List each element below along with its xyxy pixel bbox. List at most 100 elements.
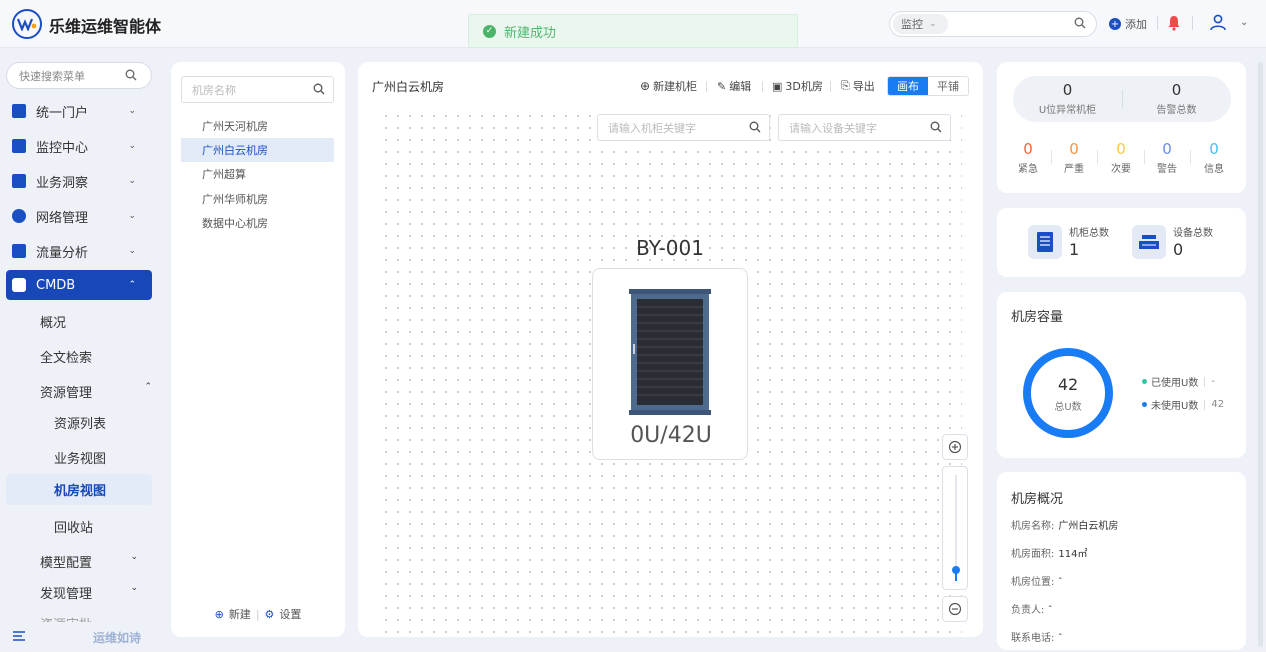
overview-row: 机房位置: - [1011, 573, 1062, 588]
sidebar-item-recycle-bin[interactable]: 回收站 [54, 517, 93, 536]
level-info[interactable]: 0 信息 [1194, 140, 1234, 175]
level-label: 警告 [1157, 164, 1177, 175]
room-list-item[interactable]: 广州华师机房 [181, 187, 334, 211]
export-button[interactable]: ⎘ 导出 [841, 76, 875, 96]
footer-slogan: 运维如诗 [93, 631, 142, 645]
sidebar-item-traffic[interactable]: 流量分析 ⌄ [6, 236, 152, 266]
zoom-slider-handle[interactable] [952, 566, 960, 575]
level-minor[interactable]: 0 次要 [1101, 140, 1141, 175]
sidebar-item-resource-list[interactable]: 资源列表 [54, 413, 106, 432]
device-search-input[interactable]: 请输入设备关键字 [778, 114, 951, 141]
level-label: 严重 [1064, 164, 1084, 175]
sidebar-item-discovery[interactable]: 发现管理 ⌄ [40, 583, 138, 602]
cabinet-search-placeholder: 请输入机柜关键字 [608, 121, 696, 135]
user-icon[interactable] [1209, 13, 1227, 34]
capacity-total-label: 总U数 [1054, 402, 1082, 413]
sidebar-item-monitor[interactable]: 监控中心 ⌄ [6, 131, 152, 161]
search-icon[interactable] [930, 121, 942, 136]
search-icon[interactable] [313, 83, 325, 98]
room-list-item-selected[interactable]: 广州白云机房 [181, 138, 334, 162]
room-3d-button[interactable]: ▣ 3D机房 [772, 76, 823, 96]
abnormal-cabinets-stat[interactable]: 0 U位异常机柜 [1013, 81, 1122, 116]
level-warning[interactable]: 0 警告 [1147, 140, 1187, 175]
sidebar-item-model-config[interactable]: 模型配置 ⌄ [40, 552, 138, 571]
zoom-out-button[interactable] [942, 596, 968, 622]
level-urgent[interactable]: 0 紧急 [1008, 140, 1048, 175]
sidebar-item-fulltext-search[interactable]: 全文检索 [40, 347, 92, 366]
sidebar-footer: 运维如诗 [0, 622, 160, 652]
overview-label: 机房面积: [1011, 549, 1055, 560]
search-icon[interactable] [125, 69, 137, 84]
counts-card: 机柜总数 1 设备总数 0 [997, 208, 1246, 277]
add-button[interactable]: + 添加 [1109, 16, 1147, 32]
overview-value: - [1058, 573, 1062, 584]
search-type-select[interactable]: 监控 ⌄ [893, 14, 948, 34]
sidebar-item-label: 发现管理 [40, 587, 93, 602]
sidebar-item-cmdb[interactable]: CMDB ⌃ [6, 270, 152, 300]
rack-cabinet[interactable]: 0U/42U [592, 268, 748, 460]
sidebar-item-network[interactable]: 网络管理 ⌄ [6, 201, 152, 231]
room-list-item[interactable]: 数据中心机房 [181, 211, 334, 235]
overview-value: 114㎡ [1058, 549, 1088, 560]
new-room-button[interactable]: 新建 [229, 606, 251, 622]
total-alerts-stat[interactable]: 0 告警总数 [1122, 81, 1231, 116]
overview-title: 机房概况 [1011, 492, 1064, 507]
export-icon: ⎘ [841, 79, 850, 92]
search-icon[interactable] [749, 121, 761, 136]
sidebar-item-overview[interactable]: 概况 [40, 312, 66, 331]
sidebar-item-room-view[interactable]: 机房视图 [6, 474, 152, 505]
export-label: 导出 [852, 80, 875, 93]
cube-icon [12, 278, 26, 292]
sidebar-item-portal[interactable]: 统一门户 ⌄ [6, 96, 152, 126]
view-mode-toggle[interactable]: 画布 平铺 [887, 76, 969, 96]
cabinet-search-input[interactable]: 请输入机柜关键字 [597, 114, 770, 141]
gear-icon: ⚙ [264, 607, 275, 621]
menu-search-input[interactable]: 快速搜索菜单 [6, 62, 152, 89]
rack-icon [629, 289, 711, 415]
search-icon[interactable] [1074, 17, 1086, 32]
new-cabinet-button[interactable]: ⊕ 新建机柜 [640, 76, 697, 96]
cabinet-icon [1028, 225, 1062, 259]
device-search-placeholder: 请输入设备关键字 [789, 121, 877, 135]
zoom-in-button[interactable] [942, 434, 968, 460]
chevron-down-icon[interactable]: ⌄ [1240, 17, 1248, 28]
mode-canvas-button[interactable]: 画布 [888, 77, 928, 95]
collapse-menu-icon[interactable] [12, 630, 26, 645]
legend-value: 42 [1211, 399, 1225, 410]
level-severe[interactable]: 0 严重 [1054, 140, 1094, 175]
image-icon: ▣ [772, 79, 783, 93]
sidebar-item-business[interactable]: 业务洞察 ⌄ [6, 166, 152, 196]
level-label: 紧急 [1018, 164, 1038, 175]
settings-button[interactable]: 设置 [279, 606, 301, 622]
room-search-input[interactable]: 机房名称 [181, 76, 334, 103]
divider [1190, 150, 1191, 164]
page-scrollbar[interactable] [1258, 62, 1263, 647]
menu-search-placeholder: 快速搜索菜单 [19, 69, 85, 83]
room-list-item[interactable]: 广州天河机房 [181, 114, 334, 138]
edit-button[interactable]: ✎ 编辑 [717, 76, 751, 96]
chevron-down-icon: ⌄ [929, 19, 937, 29]
bell-icon[interactable] [1167, 15, 1181, 34]
mode-flat-button[interactable]: 平铺 [928, 77, 968, 95]
chevron-down-icon: ⌄ [128, 176, 136, 186]
add-label: 添加 [1125, 18, 1147, 31]
sidebar-item-label: CMDB [36, 277, 76, 293]
sidebar-item-business-view[interactable]: 业务视图 [54, 448, 106, 467]
room-overview-card: 机房概况 机房名称: 广州白云机房 机房面积: 114㎡ 机房位置: - 负责人… [997, 472, 1246, 650]
global-search[interactable]: 监控 ⌄ [889, 11, 1097, 37]
sidebar-item-label: 流量分析 [36, 245, 89, 261]
zoom-slider[interactable] [942, 466, 968, 590]
monitor-icon [12, 139, 26, 153]
pencil-icon: ✎ [717, 79, 727, 93]
sidebar-item-resource-mgmt[interactable]: 资源管理 ⌃ [40, 382, 152, 401]
overview-label: 机房位置: [1011, 577, 1055, 588]
sidebar-item-resource-approval[interactable]: 资源审批 [40, 614, 92, 622]
cabinet-count-value: 1 [1069, 240, 1080, 259]
sidebar-item-label: 统一门户 [36, 105, 89, 121]
success-toast: ✓ 新建成功 [468, 14, 798, 48]
room-list-item[interactable]: 广州超算 [181, 162, 334, 186]
capacity-card: 机房容量 42 总U数 已使用U数 - 未使用U数 42 [997, 292, 1246, 458]
rack-usage: 0U/42U [630, 423, 712, 448]
level-value: 0 [1209, 140, 1219, 158]
logo-icon [12, 9, 42, 39]
